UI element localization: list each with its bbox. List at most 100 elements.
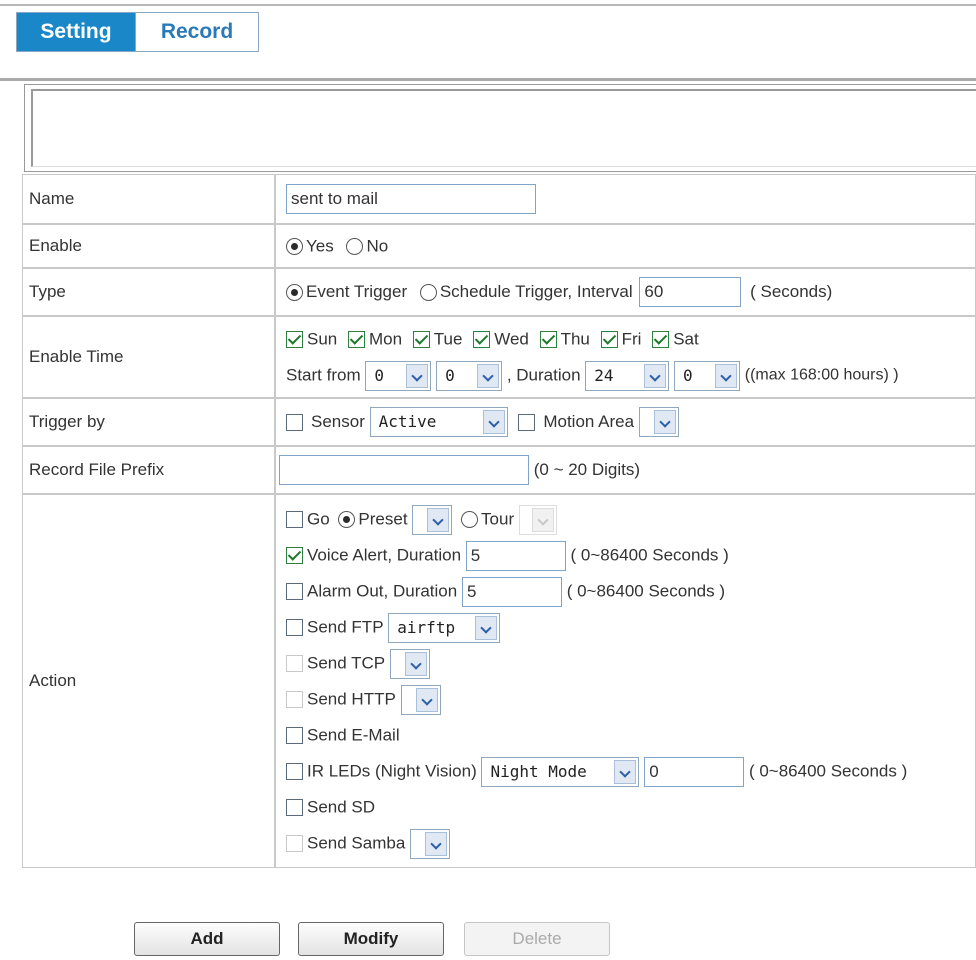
tour-radio[interactable] [461, 511, 479, 529]
day-tue-checkbox[interactable] [412, 331, 430, 349]
enable-no-label: No [366, 236, 389, 256]
preset-label: Preset [358, 509, 408, 529]
voice-duration-input[interactable]: 5 [465, 540, 566, 571]
type-label: Type [22, 268, 275, 316]
http-select[interactable] [400, 684, 441, 715]
action-alarm-row: Alarm Out, Duration 5 ( 0~86400 Seconds … [286, 573, 974, 609]
ir-duration-input[interactable]: 0 [644, 756, 745, 787]
action-tcp-row: Send TCP [286, 645, 974, 681]
chevron-down-icon [475, 615, 498, 640]
interval-unit: ( Seconds) [750, 282, 833, 301]
chevron-down-icon [477, 363, 500, 388]
ir-leds-label: IR LEDs (Night Vision) [307, 761, 477, 781]
day-tue-label: Tue [433, 329, 463, 349]
ir-mode-select[interactable]: Night Mode [481, 756, 640, 787]
tour-select[interactable] [518, 504, 557, 535]
record-prefix-note: (0 ~ 20 Digits) [533, 460, 641, 479]
tab-setting[interactable]: Setting [17, 13, 135, 51]
time-range: Start from 0 0 , Duration 24 0 ((max 168… [286, 357, 974, 393]
start-minute-value: 0 [445, 365, 455, 385]
action-ir-row: IR LEDs (Night Vision) Night Mode 0 ( 0~… [286, 753, 974, 789]
send-samba-checkbox[interactable] [286, 835, 303, 853]
chevron-down-icon [425, 831, 448, 856]
delete-button[interactable]: Delete [464, 922, 610, 956]
event-trigger-radio[interactable] [286, 283, 303, 301]
alarm-out-checkbox[interactable] [286, 583, 303, 601]
preset-select[interactable] [412, 504, 453, 535]
day-thu-checkbox[interactable] [539, 331, 557, 349]
name-input[interactable]: sent to mail [286, 184, 536, 214]
motion-area-label: Motion Area [543, 412, 635, 431]
preset-radio[interactable] [338, 511, 356, 529]
trigger-by-label: Trigger by [22, 398, 275, 446]
ir-mode-value: Night Mode [490, 761, 587, 781]
chevron-down-icon [404, 651, 427, 676]
tab-bar: Setting Record [16, 12, 259, 52]
motion-area-checkbox[interactable] [518, 413, 536, 431]
tab-record[interactable]: Record [135, 13, 258, 51]
send-http-label: Send HTTP [307, 689, 396, 709]
day-fri-checkbox[interactable] [600, 331, 618, 349]
action-go-row: Go Preset Tour [286, 501, 974, 537]
alarm-duration-input[interactable]: 5 [461, 576, 562, 607]
go-label: Go [307, 509, 330, 529]
start-hour-value: 0 [374, 365, 384, 385]
ir-leds-checkbox[interactable] [286, 763, 303, 781]
ir-duration-note: ( 0~86400 Seconds ) [748, 761, 908, 781]
event-list-inner [31, 89, 976, 167]
chevron-down-icon [415, 687, 438, 712]
send-sd-checkbox[interactable] [286, 799, 303, 817]
start-from-label: Start from [286, 365, 361, 385]
record-prefix-input[interactable] [279, 455, 529, 485]
event-form: Name sent to mail Enable Yes No Type Eve… [22, 174, 976, 868]
alarm-duration-note: ( 0~86400 Seconds ) [566, 581, 726, 601]
send-sd-label: Send SD [307, 797, 376, 817]
enable-time-label: Enable Time [22, 316, 275, 398]
duration-minute-select[interactable]: 0 [674, 360, 740, 391]
day-sun-checkbox[interactable] [286, 331, 303, 349]
day-wed-label: Wed [494, 329, 529, 349]
voice-alert-checkbox[interactable] [286, 547, 303, 565]
schedule-trigger-radio[interactable] [419, 283, 437, 301]
alarm-out-label: Alarm Out, Duration [307, 581, 458, 601]
action-samba-row: Send Samba [286, 825, 974, 861]
send-ftp-checkbox[interactable] [286, 619, 303, 637]
duration-hour-select[interactable]: 24 [585, 360, 670, 391]
chevron-down-icon [531, 507, 554, 532]
day-wed-checkbox[interactable] [473, 331, 491, 349]
chevron-down-icon [715, 363, 737, 388]
start-hour-select[interactable]: 0 [365, 360, 432, 391]
day-thu-label: Thu [560, 329, 590, 349]
record-prefix-label: Record File Prefix [22, 446, 275, 494]
samba-select[interactable] [410, 828, 451, 859]
send-http-checkbox[interactable] [286, 691, 303, 709]
tcp-select[interactable] [389, 648, 430, 679]
day-sat-label: Sat [673, 329, 699, 349]
send-samba-label: Send Samba [307, 833, 406, 853]
motion-area-select[interactable] [638, 407, 679, 437]
add-button[interactable]: Add [134, 922, 280, 956]
enable-no-radio[interactable] [346, 237, 364, 255]
enable-label: Enable [22, 224, 275, 268]
top-border [0, 4, 976, 6]
enable-yes-radio[interactable] [286, 237, 303, 255]
sensor-select-value: Active [378, 412, 437, 431]
action-label: Action [22, 494, 275, 868]
chevron-down-icon [406, 363, 429, 388]
tour-label: Tour [481, 509, 515, 529]
day-sat-checkbox[interactable] [652, 331, 670, 349]
send-tcp-checkbox[interactable] [286, 655, 303, 673]
sensor-checkbox[interactable] [286, 413, 303, 431]
send-ftp-label: Send FTP [307, 617, 384, 637]
event-list-box[interactable] [24, 84, 976, 172]
interval-input[interactable]: 60 [639, 277, 742, 307]
send-email-checkbox[interactable] [286, 727, 303, 745]
ftp-select[interactable]: airftp [388, 612, 501, 643]
duration-minute-value: 0 [683, 365, 693, 385]
start-minute-select[interactable]: 0 [436, 360, 503, 391]
voice-duration-note: ( 0~86400 Seconds ) [570, 545, 729, 565]
day-mon-checkbox[interactable] [347, 331, 365, 349]
modify-button[interactable]: Modify [298, 922, 444, 956]
go-checkbox[interactable] [286, 511, 303, 529]
sensor-select[interactable]: Active [369, 407, 508, 437]
